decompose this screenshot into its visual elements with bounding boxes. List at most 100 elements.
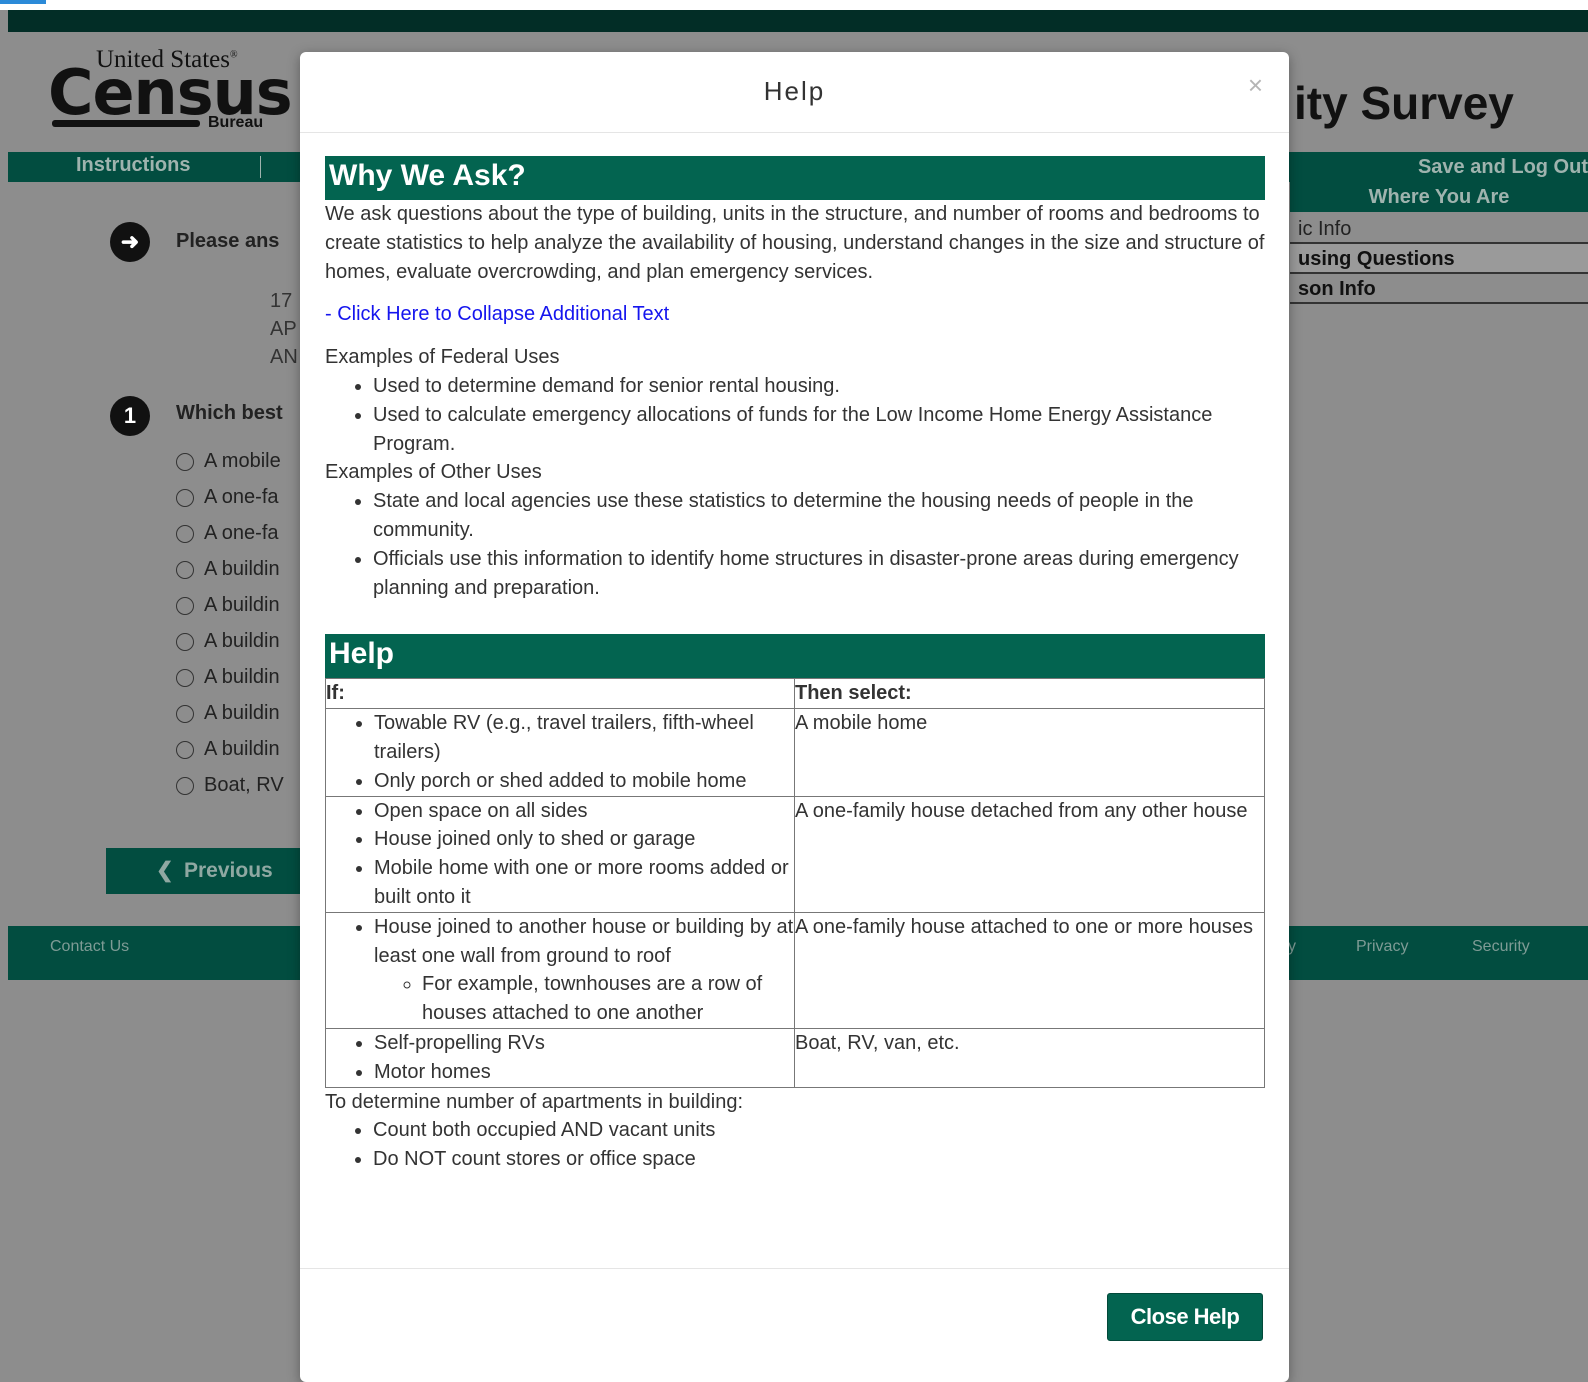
close-help-button[interactable]: Close Help [1107,1293,1263,1341]
nav-separator [260,156,261,178]
option-label: A buildin [204,594,280,616]
address-line: AN [270,346,298,368]
column-header-if: If: [325,678,795,710]
list-item: House joined to another house or buildin… [374,913,794,1028]
condition-text: House joined to another house or buildin… [374,915,794,967]
answer-option[interactable]: A buildin [176,630,280,653]
top-strip [0,0,1588,10]
where-you-are-heading: Where You Are [1290,182,1588,212]
select-cell: Boat, RV, van, etc. [794,1027,1265,1088]
census-logo[interactable]: United States® Census Bureau [48,46,293,138]
help-modal: Help × Why We Ask? We ask questions abou… [300,52,1289,1382]
list-item: Count both occupied AND vacant units [373,1116,1265,1145]
list-item: Used to calculate emergency allocations … [373,401,1265,459]
help-table: If: Then select: Towable RV (e.g., trave… [325,678,1265,1088]
conditions-cell: Self-propelling RVs Motor homes [325,1027,795,1088]
footer-link-fragment[interactable]: y [1288,938,1296,956]
modal-footer: Close Help [300,1268,1289,1378]
option-label: A buildin [204,666,280,688]
question-intro: Please ans [176,230,280,252]
select-cell: A one-family house attached to one or mo… [794,911,1265,1029]
radio-button[interactable] [176,776,194,795]
radio-button[interactable] [176,740,194,759]
list-item: For example, townhouses are a row of hou… [422,970,794,1028]
address-line: 17 [270,290,293,312]
select-cell: A one-family house detached from any oth… [794,795,1265,913]
survey-title: ity Survey [1294,77,1514,129]
option-label: A buildin [204,630,280,652]
answer-option[interactable]: A one-fa [176,522,279,545]
nav-instructions[interactable]: Instructions [76,154,190,177]
apartments-rules-list: Count both occupied AND vacant units Do … [325,1116,1265,1174]
option-label: A buildin [204,702,280,724]
answer-option[interactable]: A buildin [176,738,280,761]
apartments-label: To determine number of apartments in bui… [325,1090,744,1113]
table-header-row: If: Then select: [325,678,1265,710]
list-item: Used to determine demand for senior rent… [373,372,1265,401]
radio-button[interactable] [176,488,194,507]
radio-button[interactable] [176,704,194,723]
select-cell: A mobile home [794,708,1265,797]
previous-button[interactable]: ❮ Previous [106,848,306,894]
list-item: Motor homes [374,1058,794,1087]
answer-option[interactable]: A buildin [176,666,280,689]
footer-security-link[interactable]: Security [1472,938,1530,956]
radio-button[interactable] [176,596,194,615]
list-item: Only porch or shed added to mobile home [374,767,794,796]
option-label: Boat, RV [204,774,284,796]
conditions-list: Self-propelling RVs Motor homes [326,1029,794,1087]
list-item: Mobile home with one or more rooms added… [374,854,794,912]
chevron-left-icon: ❮ [156,859,174,882]
radio-button[interactable] [176,452,194,471]
radio-button[interactable] [176,524,194,543]
conditions-list: Towable RV (e.g., travel trailers, fifth… [326,709,794,795]
answer-option[interactable]: A one-fa [176,486,279,509]
save-and-logout-link[interactable]: Save and Log Out [1418,156,1588,179]
sidebar-item-person-info[interactable]: son Info [1290,274,1588,304]
sidebar-item-basic-info[interactable]: ic Info [1290,214,1588,244]
help-heading: Help [325,634,1265,679]
answer-option[interactable]: A buildin [176,702,280,725]
answer-option[interactable]: A buildin [176,594,280,617]
radio-button[interactable] [176,632,194,651]
top-accent [0,0,46,4]
footer-privacy-link[interactable]: Privacy [1356,938,1408,956]
list-item: Officials use this information to identi… [373,545,1265,603]
list-item: Open space on all sides [374,797,794,826]
list-item: Do NOT count stores or office space [373,1145,1265,1174]
modal-body: Why We Ask? We ask questions about the t… [325,156,1265,1174]
conditions-cell: Towable RV (e.g., travel trailers, fifth… [325,708,795,797]
table-row: Open space on all sides House joined onl… [325,795,1265,913]
arrow-right-circle-icon: ➜ [110,222,150,262]
conditions-list: Open space on all sides House joined onl… [326,797,794,912]
answer-option[interactable]: Boat, RV [176,774,284,797]
close-icon[interactable]: × [1248,70,1263,101]
option-label: A one-fa [204,522,279,544]
footer-contact-link[interactable]: Contact Us [50,938,129,956]
address-line: AP [270,318,297,340]
radio-button[interactable] [176,560,194,579]
other-uses-list: State and local agencies use these stati… [325,487,1265,602]
conditions-cell: House joined to another house or buildin… [325,911,795,1029]
top-dark-bar [8,10,1588,32]
why-we-ask-heading: Why We Ask? [325,156,1265,200]
other-uses-label: Examples of Other Uses [325,461,542,484]
radio-button[interactable] [176,668,194,687]
option-label: A buildin [204,558,280,580]
conditions-list: House joined to another house or buildin… [326,913,794,1028]
collapse-text-link[interactable]: - Click Here to Collapse Additional Text [325,300,1265,329]
why-we-ask-text: We ask questions about the type of build… [325,203,1265,283]
sub-list: For example, townhouses are a row of hou… [374,970,794,1028]
question-text: Which best [176,402,283,424]
list-item: Towable RV (e.g., travel trailers, fifth… [374,709,794,767]
modal-header: Help × [300,52,1289,133]
list-item: House joined only to shed or garage [374,825,794,854]
logo-bureau: Bureau [208,114,264,131]
answer-option[interactable]: A buildin [176,558,280,581]
sidebar-item-housing-questions[interactable]: using Questions [1290,244,1588,274]
modal-title: Help [763,76,826,106]
list-item: Self-propelling RVs [374,1029,794,1058]
table-row: House joined to another house or buildin… [325,911,1265,1029]
option-label: A mobile [204,450,281,472]
answer-option[interactable]: A mobile [176,450,281,473]
